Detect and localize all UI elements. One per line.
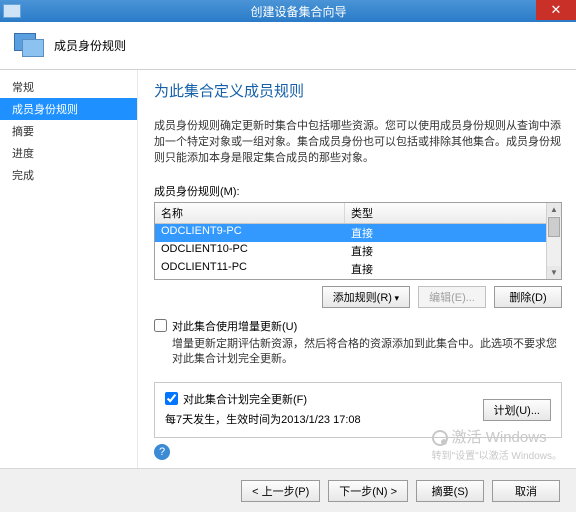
rules-table-label: 成员身份规则(M): [154, 183, 562, 199]
scroll-up-icon[interactable]: ▲ [547, 203, 561, 216]
nav-membership-rules[interactable]: 成员身份规则 [0, 98, 137, 120]
collection-icon [12, 31, 44, 61]
incremental-update-checkbox[interactable] [154, 319, 167, 332]
cancel-button[interactable]: 取消 [492, 480, 560, 502]
window-icon [3, 4, 21, 18]
nav-progress[interactable]: 进度 [0, 142, 137, 164]
incremental-update-label: 对此集合使用增量更新(U) [172, 318, 297, 334]
nav-summary[interactable]: 摘要 [0, 120, 137, 142]
add-rule-button[interactable]: 添加规则(R) [322, 286, 410, 308]
table-header: 名称 类型 [155, 203, 546, 224]
next-button[interactable]: 下一步(N) > [328, 480, 408, 502]
table-row[interactable]: ODCLIENT12-PC 直接 [155, 278, 546, 279]
wizard-nav: 常规 成员身份规则 摘要 进度 完成 [0, 70, 138, 468]
full-update-checkbox[interactable] [165, 392, 178, 405]
nav-complete[interactable]: 完成 [0, 164, 137, 186]
schedule-group: 对此集合计划完全更新(F) 每7天发生，生效时间为2013/1/23 17:08… [154, 382, 562, 438]
table-scrollbar[interactable]: ▲ ▼ [546, 203, 561, 279]
summary-button[interactable]: 摘要(S) [416, 480, 484, 502]
edit-button: 编辑(E)... [418, 286, 486, 308]
incremental-update-hint: 增量更新定期评估新资源，然后将合格的资源添加到此集合中。此选项不要求您对此集合计… [172, 337, 562, 368]
col-type[interactable]: 类型 [345, 203, 546, 223]
table-row[interactable]: ODCLIENT10-PC 直接 [155, 242, 546, 260]
table-row[interactable]: ODCLIENT11-PC 直接 [155, 260, 546, 278]
full-update-label: 对此集合计划完全更新(F) [183, 391, 307, 407]
schedule-button[interactable]: 计划(U)... [483, 399, 551, 421]
col-name[interactable]: 名称 [155, 203, 345, 223]
nav-general[interactable]: 常规 [0, 76, 137, 98]
scroll-thumb[interactable] [548, 217, 560, 237]
help-icon[interactable]: ? [154, 444, 170, 460]
wizard-header: 成员身份规则 [0, 22, 576, 70]
page-description: 成员身份规则确定更新时集合中包括哪些资源。您可以使用成员身份规则从查询中添加一个… [154, 119, 562, 167]
window-title: 创建设备集合向导 [21, 3, 576, 20]
scroll-down-icon[interactable]: ▼ [547, 266, 561, 279]
delete-button[interactable]: 删除(D) [494, 286, 562, 308]
header-subtitle: 成员身份规则 [54, 37, 126, 54]
table-row[interactable]: ODCLIENT9-PC 直接 [155, 224, 546, 242]
page-heading: 为此集合定义成员规则 [154, 80, 562, 101]
wizard-footer: < 上一步(P) 下一步(N) > 摘要(S) 取消 [0, 468, 576, 512]
prev-button[interactable]: < 上一步(P) [241, 480, 320, 502]
close-button[interactable]: ✕ [536, 0, 576, 20]
rules-table: 名称 类型 ODCLIENT9-PC 直接 ODCLIENT10-PC 直接 O… [154, 202, 562, 280]
